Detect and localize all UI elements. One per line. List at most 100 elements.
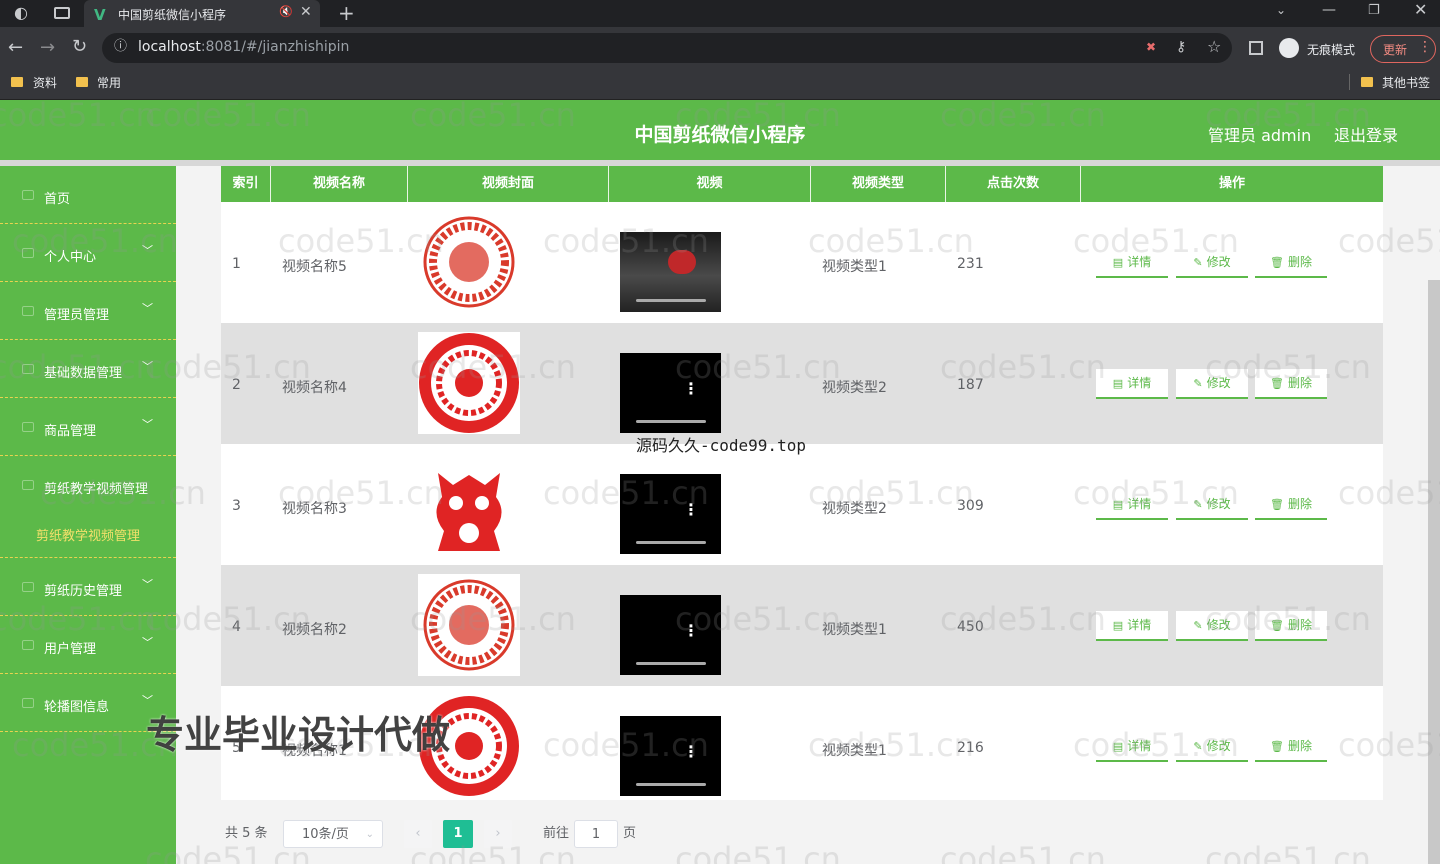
- bookmark-divider: [1349, 74, 1350, 90]
- url-text[interactable]: localhost:8081/#/jianzhishipin: [138, 39, 349, 55]
- tab-overview-icon[interactable]: [54, 7, 70, 19]
- cell-clicks: 231: [957, 256, 984, 272]
- sidebar-item-personal-center[interactable]: 个人中心 ﹀: [0, 224, 176, 282]
- tab-mute-icon[interactable]: 🔇: [279, 6, 293, 17]
- delete-button[interactable]: 🗑 删除: [1255, 611, 1327, 641]
- delete-button[interactable]: 🗑 删除: [1255, 732, 1327, 762]
- cover-image[interactable]: [418, 211, 520, 313]
- detail-button[interactable]: ▤ 详情: [1096, 369, 1168, 399]
- forward-icon[interactable]: →: [40, 39, 55, 57]
- edit-button[interactable]: ✎ 修改: [1176, 732, 1248, 762]
- tab-title: 中国剪纸微信小程序: [118, 8, 227, 22]
- cell-clicks: 450: [957, 619, 984, 635]
- header-index: 索引: [221, 166, 271, 202]
- video-progress-bar[interactable]: [636, 541, 706, 544]
- chevron-down-icon: ﹀: [142, 578, 153, 591]
- scrollbar-thumb[interactable]: [1428, 280, 1440, 864]
- edit-icon: ✎: [1193, 256, 1203, 269]
- document-icon: ▤: [1112, 377, 1124, 390]
- back-icon[interactable]: ←: [8, 39, 23, 57]
- key-icon[interactable]: ⚷: [1176, 40, 1186, 54]
- logout-button[interactable]: 退出登录: [1334, 122, 1398, 146]
- bookmark-changyong[interactable]: 常用: [97, 74, 121, 91]
- chevron-down-icon: ⌄: [365, 829, 374, 840]
- edit-button[interactable]: ✎ 修改: [1176, 248, 1248, 278]
- detail-button[interactable]: ▤ 详情: [1096, 611, 1168, 641]
- trash-icon: 🗑: [1270, 619, 1284, 632]
- video-menu-icon[interactable]: ⋮: [683, 500, 699, 519]
- video-player[interactable]: ⋮: [620, 353, 721, 433]
- minimize-icon[interactable]: —: [1322, 3, 1336, 17]
- sidebar: 首页 个人中心 ﹀ 管理员管理 ﹀ 基础数据管理 ﹀ 商品管理 ﹀ 剪纸教学视频管理 剪…: [0, 166, 176, 864]
- video-player[interactable]: ⋮: [620, 716, 721, 796]
- header-name: 视频名称: [271, 166, 408, 202]
- sidebar-item-home[interactable]: 首页: [0, 166, 176, 224]
- folder-icon: [76, 77, 88, 87]
- video-progress-bar[interactable]: [636, 299, 706, 302]
- video-progress-bar[interactable]: [636, 420, 706, 423]
- trash-icon: 🗑: [1270, 256, 1284, 269]
- edit-button[interactable]: ✎ 修改: [1176, 490, 1248, 520]
- reload-icon[interactable]: ↻: [72, 38, 87, 56]
- delete-button[interactable]: 🗑 删除: [1255, 248, 1327, 278]
- sidebar-item-users[interactable]: 用户管理 ﹀: [0, 616, 176, 674]
- cell-clicks: 216: [957, 740, 984, 756]
- page-1-button[interactable]: 1: [443, 820, 473, 848]
- edit-button[interactable]: ✎ 修改: [1176, 611, 1248, 641]
- site-info-icon[interactable]: ⓘ: [114, 40, 127, 53]
- video-menu-icon[interactable]: ⋮: [683, 379, 699, 398]
- header-type: 视频类型: [811, 166, 946, 202]
- cell-index: 3: [232, 498, 241, 514]
- sidepanel-icon[interactable]: [1249, 41, 1263, 55]
- delete-button[interactable]: 🗑 删除: [1255, 490, 1327, 520]
- cell-index: 4: [232, 619, 241, 635]
- cover-image[interactable]: [418, 453, 520, 555]
- cover-image[interactable]: [418, 574, 520, 676]
- cell-type: 视频类型1: [822, 259, 887, 275]
- edit-button[interactable]: ✎ 修改: [1176, 369, 1248, 399]
- blocked-icon[interactable]: ✖: [1146, 41, 1156, 53]
- goto-page-input[interactable]: 1: [574, 820, 618, 848]
- video-progress-bar[interactable]: [636, 783, 706, 786]
- goto-label: 前往: [543, 826, 570, 841]
- sidebar-item-video-teaching[interactable]: 剪纸教学视频管理 剪纸教学视频管理: [0, 456, 176, 558]
- tab-search-icon[interactable]: ⌄: [1276, 4, 1286, 16]
- cell-type: 视频类型2: [822, 380, 887, 396]
- header-video: 视频: [609, 166, 811, 202]
- bookmark-ziliao[interactable]: 资料: [33, 74, 57, 91]
- detail-button[interactable]: ▤ 详情: [1096, 732, 1168, 762]
- video-player[interactable]: ⋮: [620, 474, 721, 554]
- edit-icon: ✎: [1193, 619, 1203, 632]
- detail-button[interactable]: ▤ 详情: [1096, 248, 1168, 278]
- admin-user-label: 管理员 admin: [1208, 126, 1312, 145]
- cell-name: 视频名称5: [282, 259, 347, 275]
- chevron-down-icon: ﹀: [142, 302, 153, 315]
- sidebar-item-history[interactable]: 剪纸历史管理 ﹀: [0, 558, 176, 616]
- browser-profile-icon[interactable]: ◐: [14, 5, 28, 21]
- sidebar-item-base-data[interactable]: 基础数据管理 ﹀: [0, 340, 176, 398]
- menu-dots-icon[interactable]: ⋮: [1418, 39, 1432, 55]
- restore-icon[interactable]: ❐: [1368, 4, 1380, 17]
- video-player[interactable]: [620, 232, 721, 312]
- sidebar-subitem-video-teaching[interactable]: 剪纸教学视频管理: [36, 525, 140, 544]
- video-player[interactable]: ⋮: [620, 595, 721, 675]
- bookmarks-bar: [0, 69, 1440, 100]
- sidebar-item-admin-management[interactable]: 管理员管理 ﹀: [0, 282, 176, 340]
- prev-page-button[interactable]: ‹: [404, 820, 432, 848]
- detail-button[interactable]: ▤ 详情: [1096, 490, 1168, 520]
- video-menu-icon[interactable]: ⋮: [683, 742, 699, 761]
- tab-close-icon[interactable]: ✕: [300, 5, 312, 19]
- window-close-icon[interactable]: ✕: [1414, 2, 1427, 18]
- next-page-button[interactable]: ›: [484, 820, 512, 848]
- chevron-down-icon: ﹀: [142, 636, 153, 649]
- delete-button[interactable]: 🗑 删除: [1255, 369, 1327, 399]
- other-bookmarks[interactable]: 其他书签: [1382, 74, 1430, 91]
- page-size-select[interactable]: 10条/页 ⌄: [283, 820, 383, 848]
- sidebar-item-goods[interactable]: 商品管理 ﹀: [0, 398, 176, 456]
- cover-image[interactable]: [418, 332, 520, 434]
- bookmark-star-icon[interactable]: ☆: [1207, 39, 1221, 55]
- video-menu-icon[interactable]: ⋮: [683, 621, 699, 640]
- video-progress-bar[interactable]: [636, 662, 706, 665]
- chevron-down-icon: ﹀: [142, 244, 153, 257]
- new-tab-icon[interactable]: +: [338, 3, 355, 23]
